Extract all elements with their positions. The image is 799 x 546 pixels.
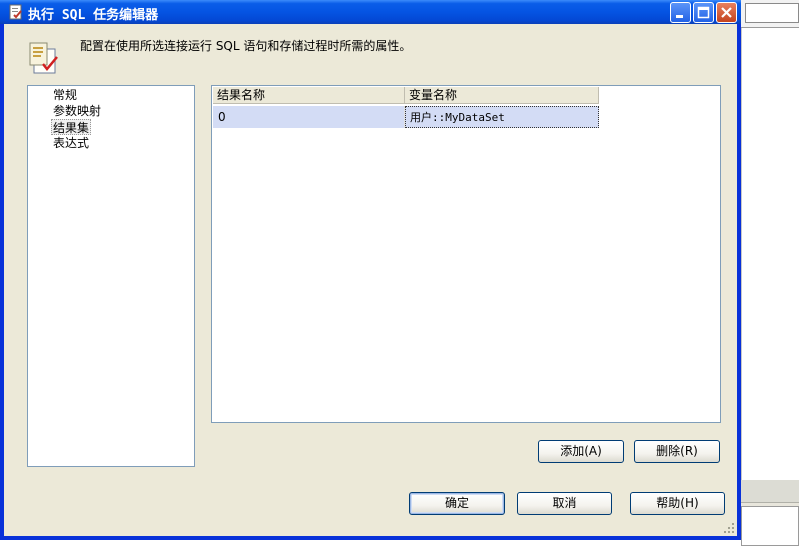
cell-variable-name[interactable]: 用户::MyDataSet bbox=[405, 106, 599, 128]
column-header-result-name[interactable]: 结果名称 bbox=[213, 87, 405, 104]
background-pane bbox=[741, 28, 799, 480]
page-list[interactable]: 常规 参数映射 结果集 表达式 bbox=[27, 85, 195, 467]
background-input bbox=[745, 3, 799, 23]
maximize-button[interactable] bbox=[693, 2, 714, 23]
execute-sql-task-editor-dialog: 执行 SQL 任务编辑器 配置在使用所选连接运行 SQL 语句和存储过程时所需的… bbox=[0, 0, 741, 540]
minimize-icon bbox=[676, 15, 683, 18]
close-button[interactable] bbox=[716, 2, 737, 23]
resize-grip-icon[interactable] bbox=[723, 522, 735, 534]
result-set-grid[interactable]: 结果名称 变量名称 0 用户::MyDataSet bbox=[211, 85, 721, 423]
add-button[interactable]: 添加(A) bbox=[538, 440, 624, 463]
background-tab-strip bbox=[741, 480, 799, 503]
delete-button[interactable]: 删除(R) bbox=[634, 440, 720, 463]
app-icon bbox=[8, 4, 24, 20]
nav-item-result-set[interactable]: 结果集 bbox=[51, 119, 92, 135]
minimize-button[interactable] bbox=[670, 2, 691, 23]
cell-result-name[interactable]: 0 bbox=[213, 106, 405, 128]
header-description: 配置在使用所选连接运行 SQL 语句和存储过程时所需的属性。 bbox=[80, 39, 412, 53]
close-icon bbox=[721, 7, 732, 18]
background-bottom-panel bbox=[741, 480, 799, 546]
help-button[interactable]: 帮助(H) bbox=[630, 492, 725, 515]
maximize-icon bbox=[697, 6, 710, 19]
window-title: 执行 SQL 任务编辑器 bbox=[28, 8, 159, 23]
task-icon bbox=[28, 40, 62, 74]
background-output-pane bbox=[741, 506, 799, 546]
nav-item-parameter-mapping[interactable]: 参数映射 bbox=[52, 103, 102, 119]
dialog-client-area: 配置在使用所选连接运行 SQL 语句和存储过程时所需的属性。 常规 参数映射 结… bbox=[4, 24, 737, 536]
ok-button[interactable]: 确定 bbox=[409, 492, 505, 515]
column-header-variable-name[interactable]: 变量名称 bbox=[405, 87, 599, 104]
cancel-button[interactable]: 取消 bbox=[517, 492, 612, 515]
nav-item-expressions[interactable]: 表达式 bbox=[52, 135, 90, 151]
title-bar[interactable]: 执行 SQL 任务编辑器 bbox=[0, 0, 741, 24]
nav-item-general[interactable]: 常规 bbox=[52, 87, 78, 103]
background-toolbar bbox=[741, 0, 799, 28]
